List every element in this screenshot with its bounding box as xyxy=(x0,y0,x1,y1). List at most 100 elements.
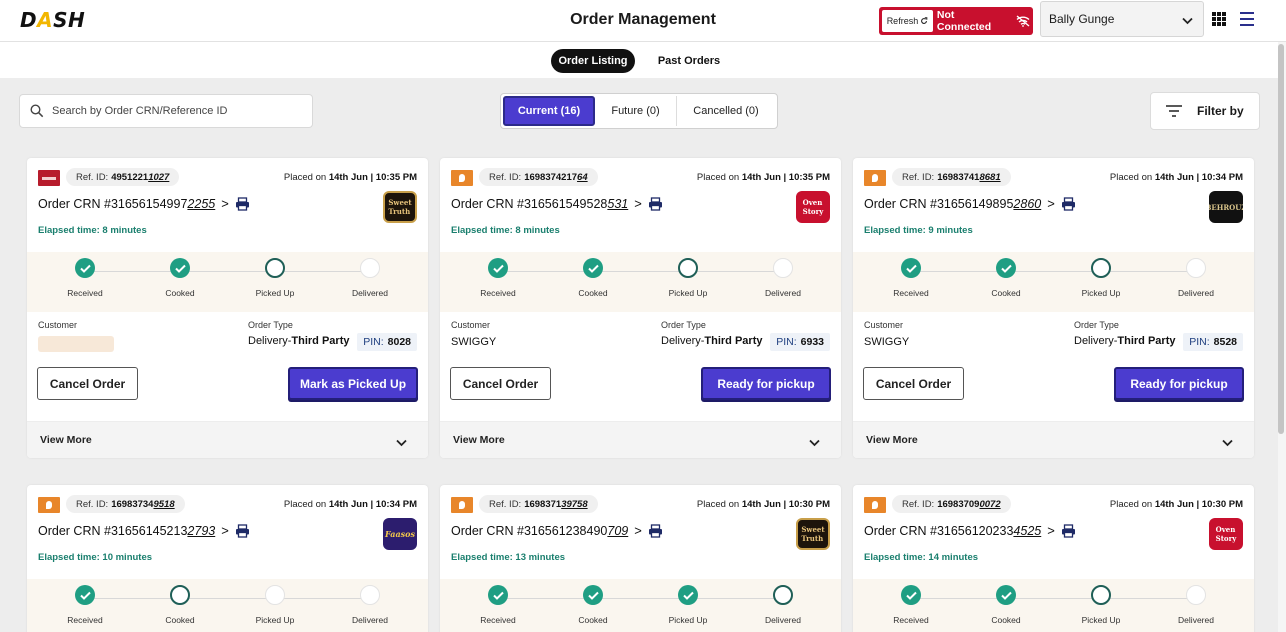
order-action-button[interactable]: Ready for pickup xyxy=(701,367,831,400)
order-action-button[interactable]: Mark as Picked Up xyxy=(288,367,418,400)
tab-order-listing[interactable]: Order Listing xyxy=(551,49,635,73)
order-crn[interactable]: Order CRN #316561452132793 > xyxy=(38,523,250,538)
customer-label: Customer xyxy=(864,320,904,330)
step-label: Delivered xyxy=(352,615,388,625)
tab-cancelled[interactable]: Cancelled (0) xyxy=(677,96,775,126)
order-meta: Customer Order Type SWIGGY Delivery-Third P… xyxy=(440,312,841,356)
progress-step: Cooked xyxy=(553,585,633,625)
cancel-order-button[interactable]: Cancel Order xyxy=(863,367,964,400)
chevron-down-icon xyxy=(1182,14,1193,28)
check-circle-icon xyxy=(170,258,190,278)
card-header: Ref. ID: 16983741 8681 Placed on 14th Jun |… xyxy=(853,158,1254,252)
scrollbar-thumb[interactable] xyxy=(1278,44,1284,434)
order-card: Ref. ID: 4951221 1027 Placed on 14th Jun | … xyxy=(27,158,428,458)
print-icon[interactable] xyxy=(648,196,663,211)
check-circle-icon xyxy=(901,585,921,605)
order-crn[interactable]: Order CRN #316561549972255 > xyxy=(38,196,250,211)
restaurant-logo: Faasos xyxy=(383,518,417,550)
view-more-toggle[interactable]: View More xyxy=(440,422,841,458)
filter-label: Filter by xyxy=(1197,104,1244,118)
reference-id: Ref. ID: 16983709 0072 xyxy=(892,495,1011,513)
progress-step: Delivered xyxy=(1156,585,1236,625)
order-crn[interactable]: Order CRN #316561498952860 > xyxy=(864,196,1076,211)
order-card: Ref. ID: 16983741 8681 Placed on 14th Jun |… xyxy=(853,158,1254,458)
order-type-value: Delivery-Third Party xyxy=(661,335,763,347)
step-label: Picked Up xyxy=(255,288,295,298)
outlet-selected-value: Bally Gunge xyxy=(1049,12,1115,26)
order-meta: Customer Order Type Delivery-Third Party PI… xyxy=(27,312,428,356)
chevron-right-icon: > xyxy=(1047,196,1055,211)
step-circle-icon xyxy=(1186,258,1206,278)
step-circle-icon xyxy=(265,258,285,278)
step-circle-icon xyxy=(360,585,380,605)
filter-button[interactable]: Filter by xyxy=(1150,92,1260,130)
pin-badge: PIN: 6933 xyxy=(770,333,830,351)
elapsed-time: Elapsed time: 10 minutes xyxy=(38,552,153,563)
tab-past-orders[interactable]: Past Orders xyxy=(648,49,730,73)
order-progress: Received Cooked Picked Up Delivered xyxy=(27,579,428,632)
customer-label: Customer xyxy=(451,320,491,330)
cancel-order-button[interactable]: Cancel Order xyxy=(37,367,138,400)
order-action-button[interactable]: Ready for pickup xyxy=(1114,367,1244,400)
step-circle-icon xyxy=(360,258,380,278)
refresh-button[interactable]: Refresh xyxy=(882,10,933,32)
dash-logo[interactable]: DASH xyxy=(20,8,85,32)
print-icon[interactable] xyxy=(235,196,250,211)
print-icon[interactable] xyxy=(1061,523,1076,538)
search-box xyxy=(19,94,313,128)
progress-track xyxy=(911,271,1197,272)
chevron-down-icon xyxy=(1222,434,1233,452)
outlet-select[interactable]: Bally Gunge xyxy=(1040,1,1204,37)
swiggy-logo-icon xyxy=(451,170,473,186)
progress-step: Received xyxy=(45,585,125,625)
progress-track xyxy=(85,271,371,272)
step-label: Picked Up xyxy=(668,615,708,625)
check-circle-icon xyxy=(901,258,921,278)
step-label: Picked Up xyxy=(1081,288,1121,298)
chevron-right-icon: > xyxy=(221,196,229,211)
check-circle-icon xyxy=(996,585,1016,605)
progress-track xyxy=(498,271,784,272)
tab-current[interactable]: Current (16) xyxy=(503,96,595,126)
view-more-toggle[interactable]: View More xyxy=(853,422,1254,458)
order-type-label: Order Type xyxy=(248,320,293,330)
progress-step: Received xyxy=(871,585,951,625)
step-label: Received xyxy=(480,615,516,625)
reference-id: Ref. ID: 1698374217 64 xyxy=(479,168,598,186)
progress-step: Cooked xyxy=(966,258,1046,298)
print-icon[interactable] xyxy=(648,523,663,538)
order-actions: Cancel Order Ready for pickup xyxy=(853,356,1254,422)
step-label: Received xyxy=(67,288,103,298)
step-circle-icon xyxy=(1186,585,1206,605)
order-crn[interactable]: Order CRN #316561202334525 > xyxy=(864,523,1076,538)
order-type-value: Delivery-Third Party xyxy=(248,335,350,347)
card-header: Ref. ID: 4951221 1027 Placed on 14th Jun | … xyxy=(27,158,428,252)
order-crn[interactable]: Order CRN #316561549528531 > xyxy=(451,196,663,211)
check-circle-icon xyxy=(583,258,603,278)
progress-step: Picked Up xyxy=(1061,585,1141,625)
search-input[interactable] xyxy=(52,105,292,117)
page-scrollbar[interactable] xyxy=(1278,42,1286,632)
apps-grid-icon[interactable] xyxy=(1212,12,1226,26)
progress-step: Cooked xyxy=(140,258,220,298)
step-label: Cooked xyxy=(165,288,195,298)
step-label: Delivered xyxy=(765,615,801,625)
print-icon[interactable] xyxy=(1061,196,1076,211)
view-more-toggle[interactable]: View More xyxy=(27,422,428,458)
cancel-order-button[interactable]: Cancel Order xyxy=(450,367,551,400)
progress-step: Picked Up xyxy=(235,585,315,625)
check-circle-icon xyxy=(583,585,603,605)
progress-step: Delivered xyxy=(330,585,410,625)
placed-time: Placed on 14th Jun | 10:35 PM xyxy=(696,172,830,183)
hamburger-menu-icon[interactable] xyxy=(1240,12,1254,26)
progress-step: Picked Up xyxy=(648,585,728,625)
progress-step: Cooked xyxy=(140,585,220,625)
elapsed-time: Elapsed time: 8 minutes xyxy=(451,225,560,236)
order-crn[interactable]: Order CRN #316561238490709 > xyxy=(451,523,663,538)
customer-name: SWIGGY xyxy=(451,336,497,348)
step-label: Received xyxy=(67,615,103,625)
print-icon[interactable] xyxy=(235,523,250,538)
progress-step: Received xyxy=(45,258,125,298)
step-circle-icon xyxy=(773,585,793,605)
tab-future[interactable]: Future (0) xyxy=(595,96,677,126)
